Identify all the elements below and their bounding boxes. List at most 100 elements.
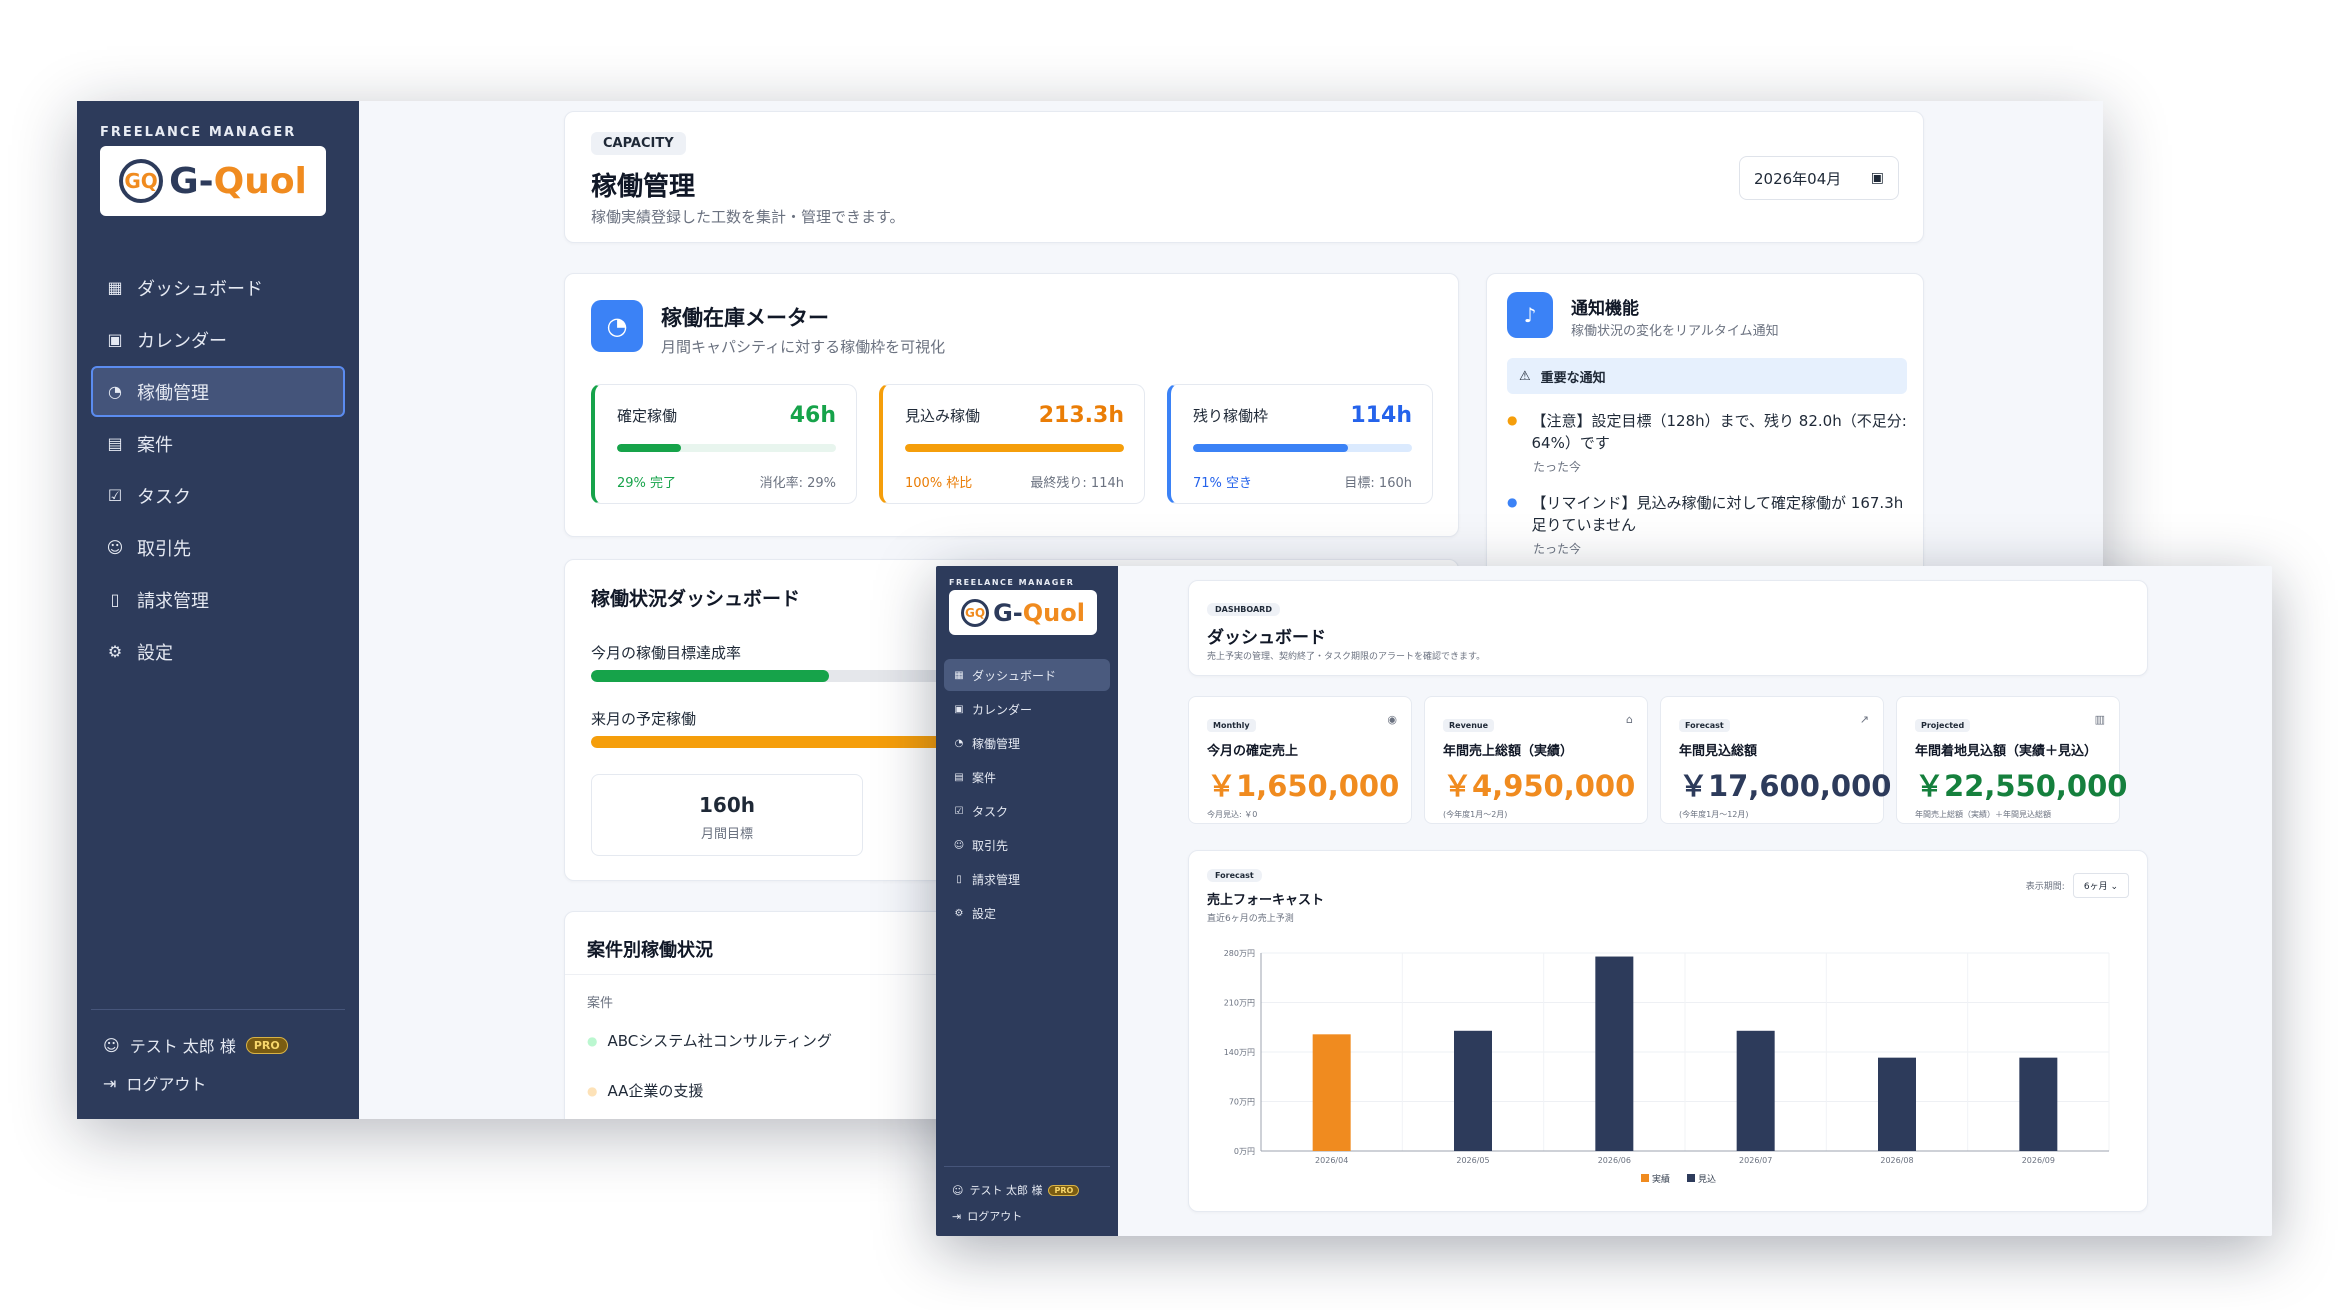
y-tick-label: 70万円 (1229, 1098, 1255, 1107)
x-tick-label: 2026/04 (1315, 1156, 1348, 1165)
user-icon: ☺ (103, 1035, 120, 1055)
users-icon: ☺ (106, 538, 124, 557)
important-banner: ⚠ 重要な通知 (1507, 358, 1907, 394)
page-title: ダッシュボード (1207, 628, 1326, 648)
notify-subtitle: 稼働状況の変化をリアルタイム通知 (1571, 324, 1779, 339)
pie-chart-icon: ◔ (591, 300, 643, 352)
logo-mark-icon: GQ (961, 598, 990, 627)
logout-button[interactable]: ⇥ ログアウト (952, 1203, 1102, 1229)
dashboard-window: FREELANCE MANAGER GQ G- Quol ▦ ダッシュボード ▣ カレ… (936, 566, 2272, 1236)
sidebar-item-capacity[interactable]: ◔ 稼働管理 (91, 366, 345, 417)
sidebar-item-capacity[interactable]: ◔ 稼働管理 (944, 727, 1110, 759)
brand-caption: FREELANCE MANAGER (949, 578, 1075, 587)
sidebar-item-calendar[interactable]: ▣ カレンダー (91, 314, 345, 365)
grid-icon: ▦ (954, 669, 964, 681)
kpi-projected[interactable]: Projected ▥ 年間着地見込額（実績＋見込） ￥22,550,000 年間… (1896, 696, 2127, 824)
briefcase-icon: ▤ (107, 434, 123, 453)
warning-icon: ⚠ (1519, 368, 1531, 384)
sidebar-item-projects[interactable]: ▤ 案件 (944, 761, 1110, 793)
sidebar-item-clients[interactable]: ☺ 取引先 (91, 522, 345, 573)
logout-button[interactable]: ⇥ ログアウト (103, 1064, 333, 1102)
bar-見込[interactable] (2019, 1057, 2058, 1151)
notification-item[interactable]: ● 【リマインド】見込み稼働に対して確定稼働が 167.3h 足りていません たっ… (1507, 492, 1907, 557)
pro-badge: PRO (1048, 1184, 1080, 1196)
user-profile[interactable]: ☺ テスト 太郎 様 PRO (952, 1177, 1102, 1203)
meter-remaining: 残り稼働枠 114h 71% 空き 目標: 160h (1167, 384, 1433, 504)
forecast-chip: Forecast (1207, 869, 1262, 882)
brand-caption: FREELANCE MANAGER (100, 125, 297, 140)
page-header: DASHBOARD ダッシュボード 売上予実の管理、契約終了・タスク期限のアラー… (1188, 580, 2148, 676)
y-tick-label: 210万円 (1224, 999, 1255, 1008)
app-logo[interactable]: GQ G- Quol (949, 590, 1097, 635)
legend-label: 見込 (1698, 1174, 1716, 1185)
period-select: 表示期間: 6ヶ月 ⌄ (2026, 873, 2129, 898)
grid-icon: ▦ (107, 278, 123, 297)
page-subtitle: 売上予実の管理、契約終了・タスク期限のアラートを確認できます。 (1207, 652, 1486, 662)
table-row[interactable]: ● ABCシステム社コンサルティング (587, 1030, 832, 1051)
forecast-title: 売上フォーキャスト (1207, 893, 1325, 908)
sidebar-item-invoices[interactable]: ▯ 請求管理 (944, 863, 1110, 895)
sidebar-nav: ▦ ダッシュボード ▣ カレンダー ◔ 稼働管理 ▤ 案件 ☑ タスク ☺ 取引先 ▯ 請求管… (944, 659, 1110, 929)
calendar-icon: ▣ (107, 330, 123, 349)
kpi-revenue[interactable]: Revenue ⌂ 年間売上総額（実績） ￥4,950,000 (今年度1月〜2月… (1424, 696, 1648, 824)
x-tick-label: 2026/09 (2022, 1156, 2055, 1165)
page-chip: DASHBOARD (1207, 603, 1280, 616)
progress-bar (617, 444, 836, 452)
users-icon: ☺ (953, 839, 965, 851)
sidebar-item-projects[interactable]: ▤ 案件 (91, 418, 345, 469)
legend-swatch (1687, 1174, 1695, 1182)
gauge-icon: ◔ (954, 737, 964, 749)
projects-title: 案件別稼働状況 (587, 940, 713, 961)
sidebar-footer: ☺ テスト 太郎 様 PRO ⇥ ログアウト (91, 1009, 345, 1119)
calendar-icon: ▣ (1870, 170, 1884, 186)
table-row[interactable]: ● AA企業の支援 (587, 1080, 703, 1101)
bar-見込[interactable] (1595, 956, 1634, 1151)
sidebar-item-clients[interactable]: ☺ 取引先 (944, 829, 1110, 861)
calendar-icon: ▣ (954, 703, 964, 715)
meter-forecast: 見込み稼働 213.3h 100% 枠比 最終残り: 114h (879, 384, 1145, 504)
page-chip: CAPACITY (591, 132, 686, 155)
document-icon: ▯ (110, 590, 120, 609)
notification-card: ♪ 通知機能 稼働状況の変化をリアルタイム通知 ⚠ 重要な通知 ● 【注意】設定目標… (1486, 273, 1924, 613)
kpi-monthly[interactable]: Monthly ◉ 今月の確定売上 ￥1,650,000 今月見込: ￥0 (1188, 696, 1412, 824)
sidebar-item-dashboard[interactable]: ▦ ダッシュボード (944, 659, 1110, 691)
notification-item[interactable]: ● 【注意】設定目標（128h）まで、残り 82.0h（不足分: 64%）です た… (1507, 410, 1907, 475)
bar-実績[interactable] (1312, 1034, 1351, 1151)
legend-label: 実績 (1652, 1173, 1670, 1185)
legend-swatch (1641, 1174, 1649, 1182)
sidebar-item-tasks[interactable]: ☑ タスク (91, 470, 345, 521)
logo-mark-icon: GQ (119, 159, 164, 203)
app-logo[interactable]: GQ G- Quol (100, 146, 326, 216)
y-tick-label: 140万円 (1224, 1048, 1255, 1057)
sidebar-item-calendar[interactable]: ▣ カレンダー (944, 693, 1110, 725)
sidebar: FREELANCE MANAGER GQ G- Quol ▦ ダッシュボード ▣ カレ… (936, 566, 1118, 1236)
gear-icon: ⚙ (107, 642, 123, 661)
sidebar-item-settings[interactable]: ⚙ 設定 (944, 897, 1110, 929)
checkbox-icon: ☑ (954, 805, 964, 817)
month-picker[interactable]: 2026年04月 ▣ (1739, 156, 1899, 200)
logout-icon: ⇥ (103, 1073, 117, 1093)
forecast-card: Forecast 売上フォーキャスト 直近6ヶ月の売上予測 表示期間: 6ヶ月 … (1188, 850, 2148, 1212)
pro-badge: PRO (245, 1036, 288, 1054)
bar-見込[interactable] (1736, 1030, 1775, 1151)
forecast-subtitle: 直近6ヶ月の売上予測 (1207, 914, 1294, 924)
sidebar-item-tasks[interactable]: ☑ タスク (944, 795, 1110, 827)
user-profile[interactable]: ☺ テスト 太郎 様 PRO (103, 1026, 333, 1064)
sidebar-item-invoices[interactable]: ▯ 請求管理 (91, 574, 345, 625)
page-subtitle: 稼働実績登録した工数を集計・管理できます。 (591, 208, 905, 226)
period-dropdown[interactable]: 6ヶ月 ⌄ (2072, 873, 2129, 898)
bar-見込[interactable] (1454, 1030, 1492, 1151)
bar-chart-icon: ▥ (2094, 713, 2105, 726)
coin-icon: ◉ (1387, 713, 1397, 726)
logout-icon: ⇥ (952, 1209, 962, 1223)
notify-title: 通知機能 (1571, 299, 1639, 319)
bar-見込[interactable] (1878, 1057, 1916, 1151)
forecast-chart: 0万円 70万円 140万円 210万円 280万円 2026/04 2026/05 2026… (1224, 949, 2110, 1185)
gear-icon: ⚙ (954, 907, 964, 919)
sidebar-item-settings[interactable]: ⚙ 設定 (91, 626, 345, 677)
kpi-forecast[interactable]: Forecast ↗ 年間見込総額 ￥17,600,000 (今年度1月〜12月) (1660, 696, 1891, 824)
progress-bar (1193, 444, 1412, 452)
y-tick-label: 0万円 (1234, 1147, 1255, 1156)
sidebar-item-dashboard[interactable]: ▦ ダッシュボード (91, 262, 345, 313)
document-icon: ▯ (956, 873, 962, 885)
